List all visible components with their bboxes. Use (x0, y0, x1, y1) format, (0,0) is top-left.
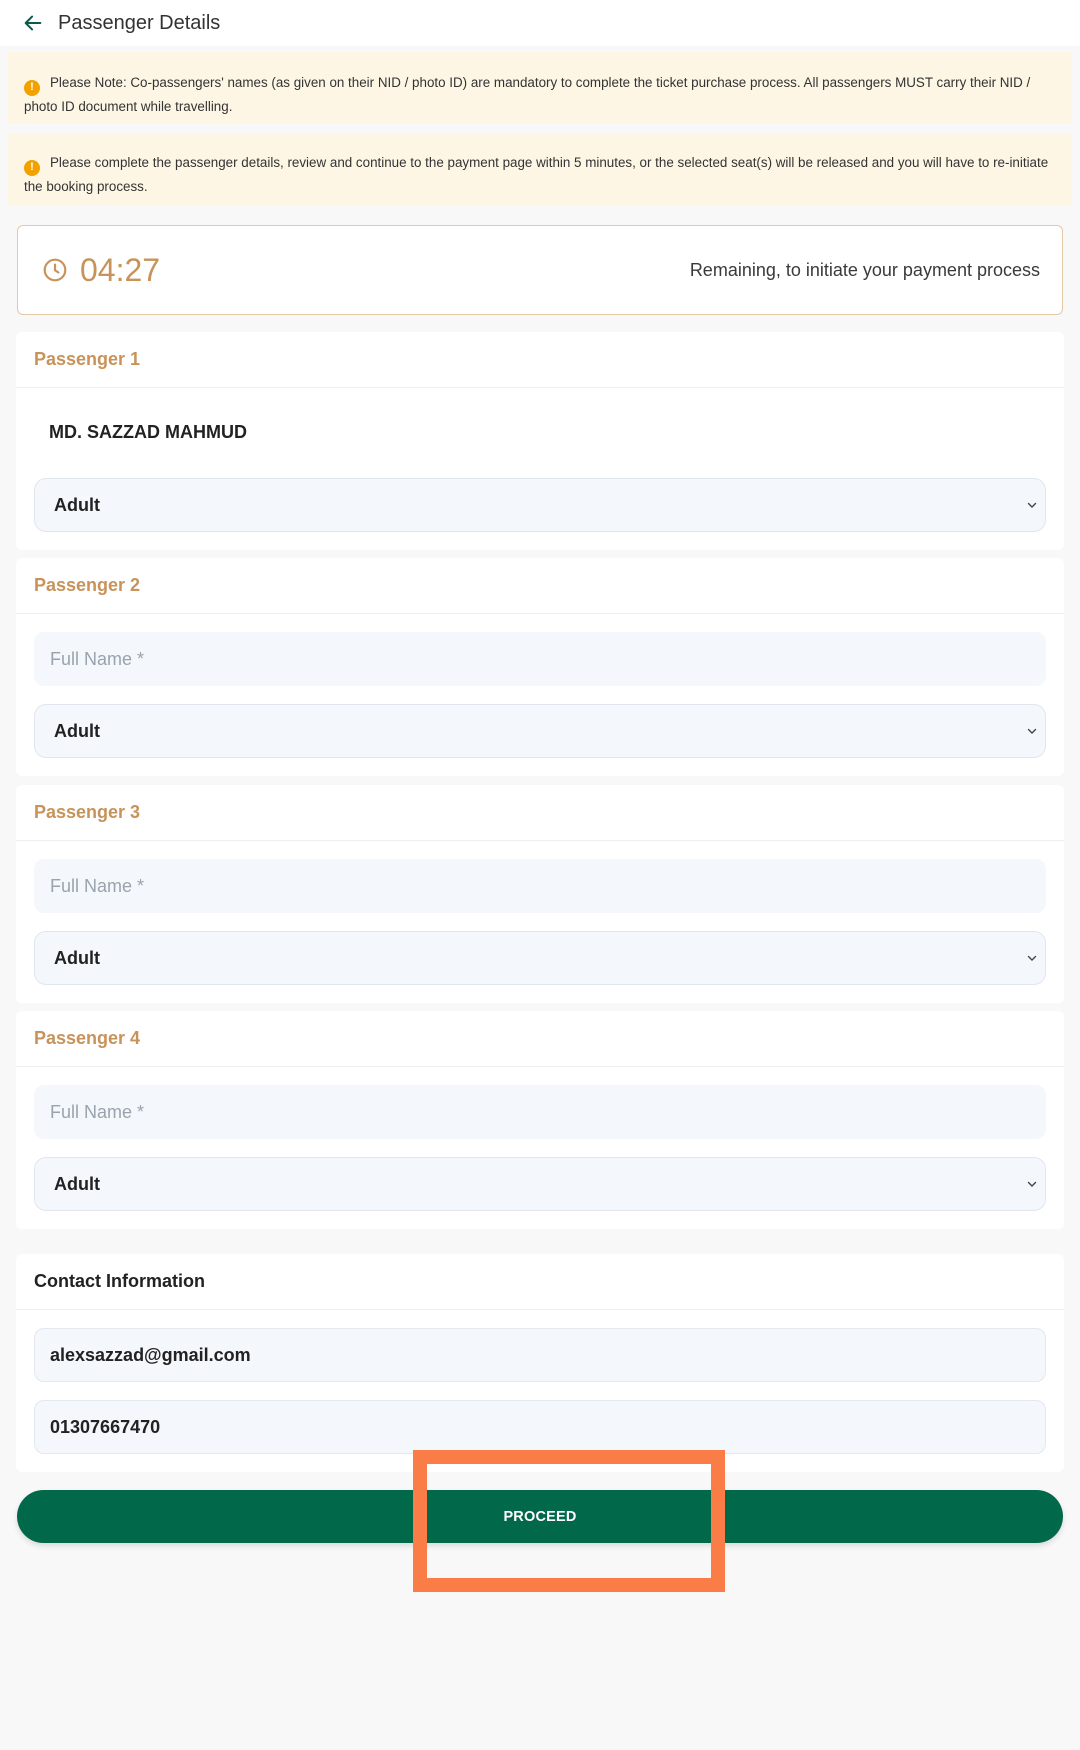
notice-time-limit: ! Please complete the passenger details, … (8, 134, 1072, 206)
info-icon: ! (24, 79, 40, 96)
page-title: Passenger Details (58, 11, 221, 34)
full-name-input[interactable]: Full Name * (34, 1085, 1046, 1139)
passenger-title: Passenger 2 (16, 558, 1064, 614)
passenger-type-select[interactable]: Adult (34, 1157, 1046, 1211)
passenger-type-value: Adult (54, 947, 100, 968)
chevron-down-icon (1025, 951, 1039, 965)
passenger-type-value: Adult (54, 720, 100, 741)
passenger-type-value: Adult (54, 1173, 100, 1194)
passenger-type-value: Adult (54, 494, 100, 515)
notice-text: Please Note: Co-passengers' names (as gi… (24, 75, 1031, 114)
passenger-name: MD. SAZZAD MAHMUD (49, 422, 247, 442)
chevron-down-icon (1025, 1177, 1039, 1191)
passenger-title: Passenger 1 (16, 332, 1064, 388)
countdown-timer: 04:27 Remaining, to initiate your paymen… (17, 225, 1063, 315)
passenger-card-1: Passenger 1 MD. SAZZAD MAHMUD Adult (16, 332, 1064, 550)
passenger-title: Passenger 4 (16, 1011, 1064, 1067)
email-field[interactable]: alexsazzad@gmail.com (34, 1328, 1046, 1382)
page: Passenger Details ! Please Note: Co-passe… (0, 0, 1080, 1750)
passenger-card-4: Passenger 4 Full Name * Adult (16, 1011, 1064, 1229)
passenger-type-select[interactable]: Adult (34, 704, 1046, 758)
back-button[interactable] (20, 10, 46, 36)
phone-field[interactable]: 01307667470 (34, 1400, 1046, 1454)
full-name-input[interactable]: Full Name * (34, 859, 1046, 913)
app-header: Passenger Details (0, 0, 1080, 46)
timer-label: Remaining, to initiate your payment proc… (689, 259, 1040, 280)
chevron-down-icon (1025, 724, 1039, 738)
passenger-title: Passenger 3 (16, 785, 1064, 841)
passenger-type-select[interactable]: Adult (34, 931, 1046, 985)
proceed-button[interactable]: PROCEED (17, 1490, 1063, 1543)
clock-icon (43, 258, 67, 282)
full-name-input[interactable]: Full Name * (34, 632, 1046, 686)
notice-text: Please complete the passenger details, r… (24, 155, 1049, 194)
timer-value: 04:27 (80, 251, 161, 288)
chevron-down-icon (1025, 498, 1039, 512)
arrow-left-icon (24, 15, 42, 31)
contact-card: Contact Information alexsazzad@gmail.com… (16, 1254, 1064, 1472)
passenger-type-select[interactable]: Adult (34, 478, 1046, 532)
passenger-card-2: Passenger 2 Full Name * Adult (16, 558, 1064, 776)
passenger-card-3: Passenger 3 Full Name * Adult (16, 785, 1064, 1003)
info-icon: ! (24, 159, 40, 176)
contact-title: Contact Information (16, 1254, 1064, 1310)
notice-co-passengers: ! Please Note: Co-passengers' names (as g… (8, 52, 1072, 124)
